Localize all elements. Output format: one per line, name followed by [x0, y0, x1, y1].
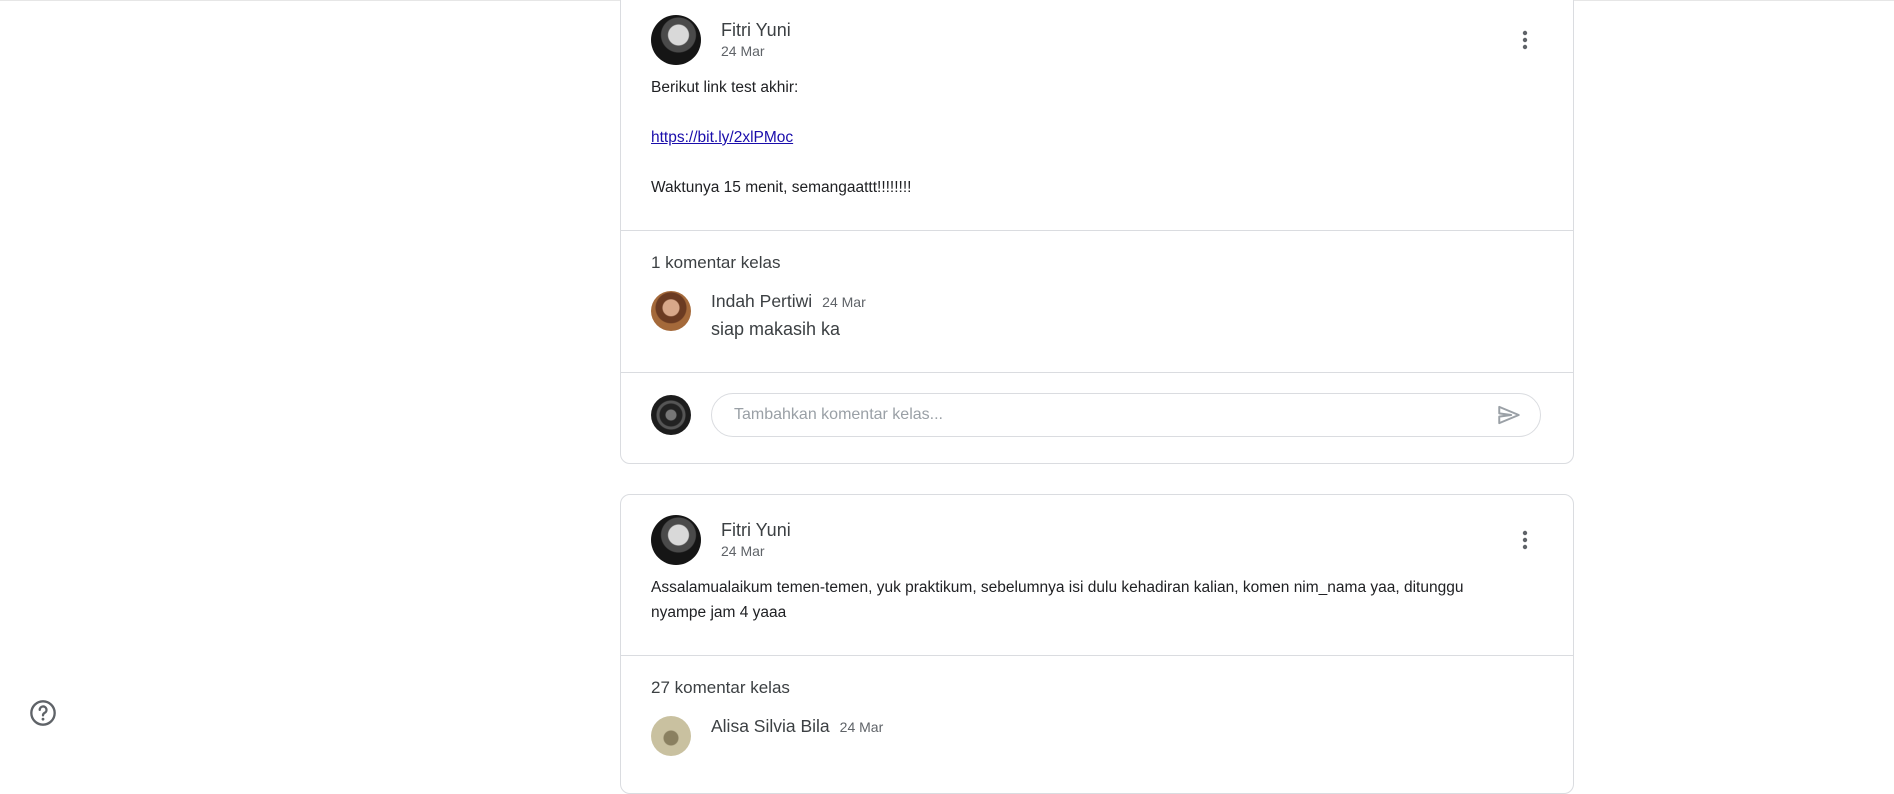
post-text: Berikut link test akhir:: [651, 79, 799, 96]
post-options-button[interactable]: [1507, 522, 1543, 558]
post-body: Assalamualaikum temen-temen, yuk praktik…: [651, 579, 1464, 621]
post-body: Berikut link test akhir: https://bit.ly/2…: [651, 75, 1513, 200]
post-header: Fitri Yuni 24 Mar: [651, 515, 791, 565]
class-comments-count[interactable]: 1 komentar kelas: [651, 253, 780, 273]
divider: [621, 230, 1573, 231]
post-author: Fitri Yuni: [721, 20, 791, 40]
post-card: Fitri Yuni 24 Mar Assalamualaikum temen-…: [620, 494, 1574, 794]
add-comment-row: [651, 393, 1541, 437]
comment-input-container: [711, 393, 1541, 437]
help-circle-icon: [30, 700, 56, 726]
comment-date: 24 Mar: [822, 294, 866, 310]
post-link[interactable]: https://bit.ly/2xlPMoc: [651, 129, 793, 146]
comment-item: Indah Pertiwi 24 Mar siap makasih ka: [651, 291, 866, 340]
class-comments-count[interactable]: 27 komentar kelas: [651, 678, 790, 698]
divider: [621, 372, 1573, 373]
post-date: 24 Mar: [721, 43, 765, 59]
divider: [621, 655, 1573, 656]
commenter-avatar[interactable]: [651, 716, 691, 756]
add-comment-input[interactable]: [732, 405, 1494, 425]
comment-author: Indah Pertiwi: [711, 291, 813, 311]
comment-author: Alisa Silvia Bila: [711, 716, 830, 736]
comment-text: siap makasih ka: [711, 319, 841, 339]
post-author: Fitri Yuni: [721, 520, 791, 540]
help-button[interactable]: [29, 699, 57, 727]
commenter-avatar[interactable]: [651, 291, 691, 331]
more-vert-icon: [1522, 530, 1528, 550]
post-header: Fitri Yuni 24 Mar: [651, 15, 791, 65]
send-icon: [1498, 405, 1520, 425]
comment-item: Alisa Silvia Bila 24 Mar: [651, 716, 883, 756]
send-comment-button[interactable]: [1494, 400, 1524, 430]
author-avatar[interactable]: [651, 515, 701, 565]
more-vert-icon: [1522, 30, 1528, 50]
post-date: 24 Mar: [721, 543, 765, 559]
post-card: Fitri Yuni 24 Mar Berikut link test akhi…: [620, 0, 1574, 464]
current-user-avatar: [651, 395, 691, 435]
comment-date: 24 Mar: [839, 719, 884, 735]
author-avatar[interactable]: [651, 15, 701, 65]
post-options-button[interactable]: [1507, 22, 1543, 58]
post-text: Waktunya 15 menit, semangaattt!!!!!!!!: [651, 179, 912, 196]
